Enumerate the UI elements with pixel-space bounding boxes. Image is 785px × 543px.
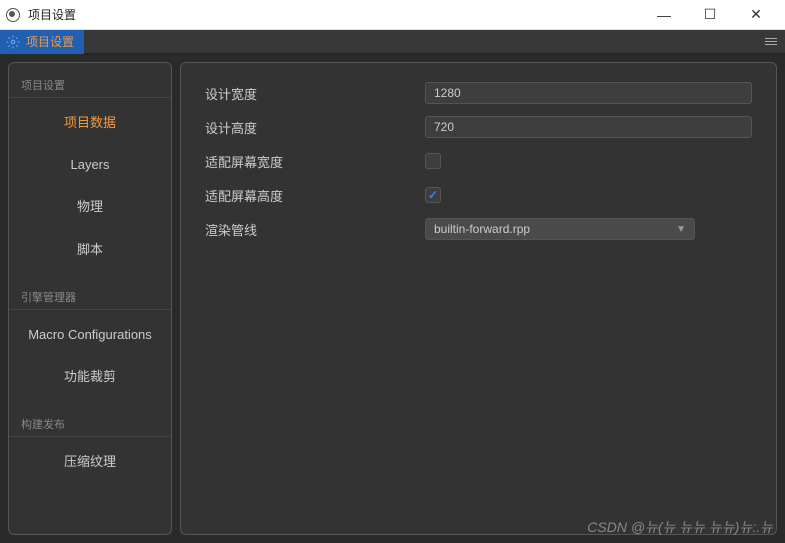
maximize-button[interactable]: ☐ <box>687 0 733 30</box>
label-fit-height: 适配屏幕高度 <box>205 186 425 205</box>
row-design-height: 设计高度 <box>205 115 752 139</box>
input-design-width[interactable] <box>425 82 752 104</box>
gear-icon <box>6 35 20 49</box>
chevron-down-icon: ▼ <box>676 224 686 235</box>
sidebar-item-physics[interactable]: 物理 <box>9 186 171 228</box>
checkbox-fit-height[interactable] <box>425 187 441 203</box>
sidebar-item-feature-crop[interactable]: 功能裁剪 <box>9 356 171 398</box>
checkbox-fit-width[interactable] <box>425 153 441 169</box>
sidebar-item-compress-texture[interactable]: 压缩纹理 <box>9 441 171 483</box>
row-fit-width: 适配屏幕宽度 <box>205 149 752 173</box>
section-header-build: 构建发布 <box>9 410 171 437</box>
app-icon <box>6 8 20 22</box>
row-fit-height: 适配屏幕高度 <box>205 183 752 207</box>
row-design-width: 设计宽度 <box>205 81 752 105</box>
select-pipeline-value: builtin-forward.rpp <box>434 222 530 236</box>
label-pipeline: 渲染管线 <box>205 220 425 239</box>
minimize-button[interactable]: — <box>641 0 687 30</box>
close-button[interactable]: ✕ <box>733 0 779 30</box>
sidebar-item-layers[interactable]: Layers <box>9 144 171 186</box>
sidebar-item-macro-config[interactable]: Macro Configurations <box>9 314 171 356</box>
hamburger-menu-icon[interactable] <box>761 30 785 54</box>
toolbar: 项目设置 <box>0 30 785 54</box>
main-panel: 设计宽度 设计高度 适配屏幕宽度 适配屏幕高度 <box>180 62 777 535</box>
window-controls: — ☐ ✕ <box>641 0 779 30</box>
tab-label: 项目设置 <box>26 33 74 50</box>
content-area: 项目设置 项目数据 Layers 物理 脚本 引擎管理器 Macro Confi… <box>0 54 785 543</box>
sidebar-item-project-data[interactable]: 项目数据 <box>9 102 171 144</box>
row-pipeline: 渲染管线 builtin-forward.rpp ▼ <box>205 217 752 241</box>
tab-project-settings[interactable]: 项目设置 <box>0 30 84 54</box>
sidebar-item-script[interactable]: 脚本 <box>9 229 171 271</box>
section-header-engine: 引擎管理器 <box>9 283 171 310</box>
sidebar: 项目设置 项目数据 Layers 物理 脚本 引擎管理器 Macro Confi… <box>8 62 172 535</box>
window-titlebar: 项目设置 — ☐ ✕ <box>0 0 785 30</box>
section-header-project: 项目设置 <box>9 71 171 98</box>
label-design-width: 设计宽度 <box>205 84 425 103</box>
select-pipeline[interactable]: builtin-forward.rpp ▼ <box>425 218 695 240</box>
app-body: 项目设置 项目设置 项目数据 Layers 物理 脚本 引擎管理器 Macro … <box>0 30 785 543</box>
label-design-height: 设计高度 <box>205 118 425 137</box>
label-fit-width: 适配屏幕宽度 <box>205 152 425 171</box>
window-title: 项目设置 <box>28 6 641 23</box>
input-design-height[interactable] <box>425 116 752 138</box>
